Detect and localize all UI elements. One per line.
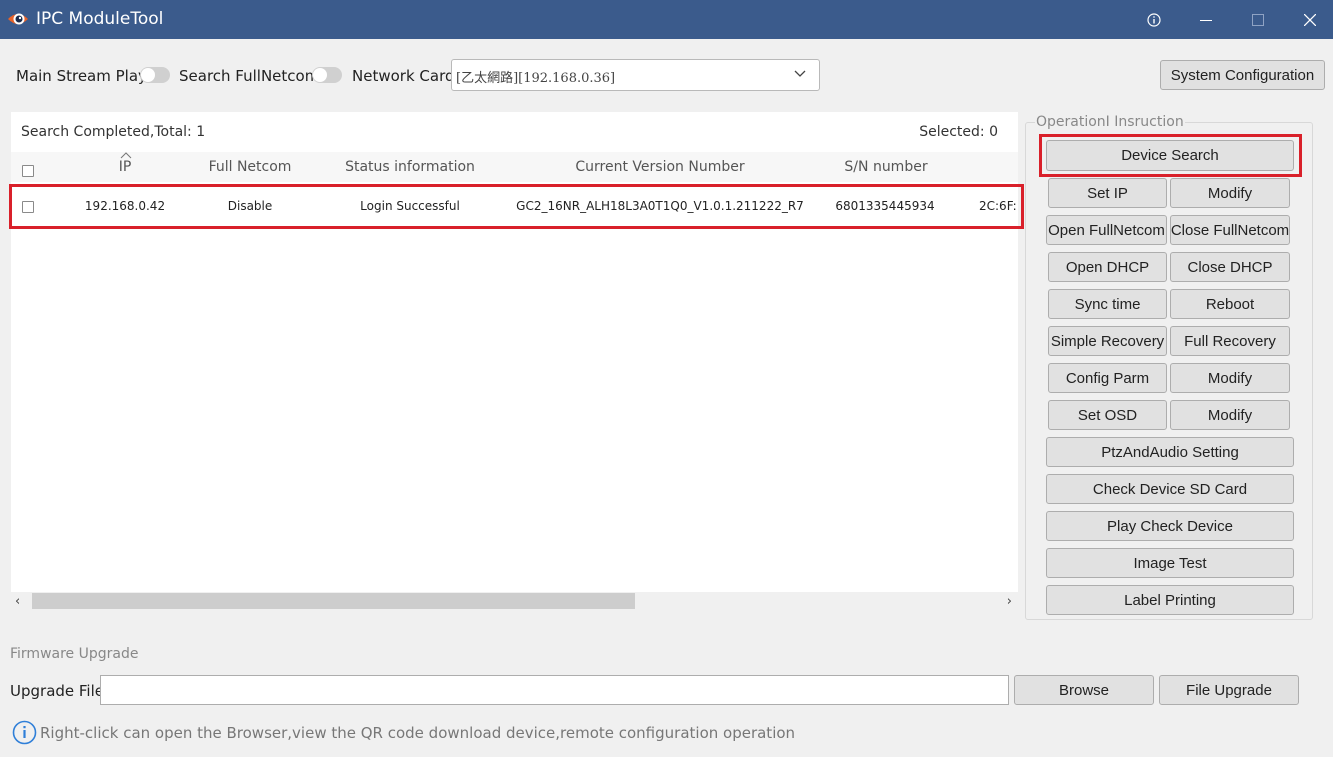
close-button[interactable] <box>1284 0 1333 39</box>
search-fullnetcom-label: Search FullNetcom <box>179 67 320 85</box>
column-header-status[interactable]: Status information <box>345 159 475 175</box>
network-card-label: Network Card <box>352 67 455 85</box>
network-card-value: [乙太網路][192.168.0.36] <box>456 71 616 86</box>
scroll-left-arrow-icon[interactable]: ‹ <box>15 594 20 609</box>
column-header-ip[interactable]: IP <box>119 159 132 175</box>
modify-config-button[interactable]: Modify <box>1170 363 1290 393</box>
table-header: IP Full Netcom Status information Curren… <box>11 152 1018 182</box>
check-sd-card-button[interactable]: Check Device SD Card <box>1046 474 1294 504</box>
maximize-icon <box>1252 13 1264 26</box>
open-dhcp-button[interactable]: Open DHCP <box>1048 252 1167 282</box>
info-button[interactable] <box>1128 0 1180 39</box>
upgrade-file-input[interactable] <box>100 675 1009 705</box>
close-dhcp-button[interactable]: Close DHCP <box>1170 252 1290 282</box>
full-recovery-button[interactable]: Full Recovery <box>1170 326 1290 356</box>
minimize-icon <box>1200 19 1212 21</box>
info-icon <box>1147 12 1161 27</box>
chevron-down-icon <box>794 70 806 77</box>
browse-button[interactable]: Browse <box>1014 675 1154 705</box>
select-all-checkbox[interactable] <box>22 165 34 177</box>
file-upgrade-button[interactable]: File Upgrade <box>1159 675 1299 705</box>
selected-count: Selected: 0 <box>919 124 998 140</box>
title-bar: IPC ModuleTool <box>0 0 1333 39</box>
column-header-version[interactable]: Current Version Number <box>575 159 744 175</box>
sync-time-button[interactable]: Sync time <box>1048 289 1167 319</box>
play-check-device-button[interactable]: Play Check Device <box>1046 511 1294 541</box>
close-fullnetcom-button[interactable]: Close FullNetcom <box>1170 215 1290 245</box>
firmware-upgrade-title: Firmware Upgrade <box>10 646 139 662</box>
set-ip-button[interactable]: Set IP <box>1048 178 1167 208</box>
network-card-select[interactable]: [乙太網路][192.168.0.36] <box>451 59 820 91</box>
search-fullnetcom-toggle[interactable] <box>312 67 342 83</box>
reboot-button[interactable]: Reboot <box>1170 289 1290 319</box>
camera-eye-logo-icon <box>8 13 28 25</box>
scrollbar-thumb[interactable] <box>32 593 635 609</box>
main-stream-play-toggle[interactable] <box>140 67 170 83</box>
scroll-right-arrow-icon[interactable]: › <box>1007 594 1012 609</box>
info-circle-icon <box>12 720 37 745</box>
row-highlight-box <box>9 184 1024 229</box>
device-search-highlight-box <box>1039 134 1302 177</box>
open-fullnetcom-button[interactable]: Open FullNetcom <box>1046 215 1167 245</box>
close-icon <box>1304 13 1316 26</box>
system-configuration-button[interactable]: System Configuration <box>1160 60 1325 90</box>
horizontal-scrollbar[interactable]: ‹ › <box>11 592 1018 610</box>
config-parm-button[interactable]: Config Parm <box>1048 363 1167 393</box>
app-title: IPC ModuleTool <box>36 9 164 29</box>
operation-panel-title: OperationI Insruction <box>1035 114 1185 130</box>
set-osd-button[interactable]: Set OSD <box>1048 400 1167 430</box>
main-stream-play-label: Main Stream Play <box>16 67 147 85</box>
minimize-button[interactable] <box>1180 0 1232 39</box>
ptz-audio-setting-button[interactable]: PtzAndAudio Setting <box>1046 437 1294 467</box>
modify-osd-button[interactable]: Modify <box>1170 400 1290 430</box>
maximize-button[interactable] <box>1232 0 1284 39</box>
modify-ip-button[interactable]: Modify <box>1170 178 1290 208</box>
search-status: Search Completed,Total: 1 <box>21 124 206 140</box>
column-header-full-netcom[interactable]: Full Netcom <box>209 159 292 175</box>
hint-text: Right-click can open the Browser,view th… <box>40 724 796 742</box>
label-printing-button[interactable]: Label Printing <box>1046 585 1294 615</box>
sort-up-icon <box>120 152 132 159</box>
simple-recovery-button[interactable]: Simple Recovery <box>1048 326 1167 356</box>
image-test-button[interactable]: Image Test <box>1046 548 1294 578</box>
upgrade-file-label: Upgrade File <box>10 682 104 700</box>
column-header-sn[interactable]: S/N number <box>844 159 927 175</box>
